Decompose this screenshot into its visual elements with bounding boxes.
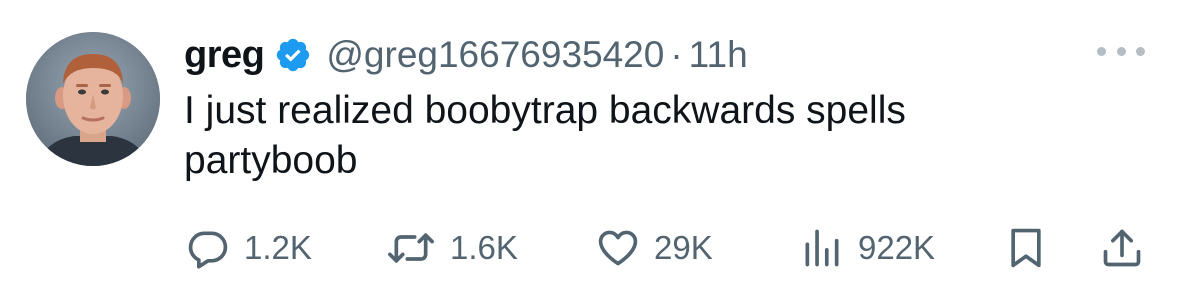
share-icon [1100,226,1144,270]
views-button[interactable]: 922K [800,220,935,276]
separator-dot: · [670,34,683,75]
more-horizontal-icon[interactable] [1097,44,1145,58]
repost-count: 1.6K [450,229,518,266]
repost-icon [386,226,436,270]
heart-icon [596,226,640,270]
like-button[interactable]: 29K [596,220,713,276]
bookmark-button[interactable] [1004,220,1048,276]
reply-button[interactable]: 1.2K [186,220,312,276]
reply-icon [186,226,230,270]
views-count: 922K [858,229,936,266]
bookmark-icon [1004,226,1048,270]
author-handle[interactable]: @greg16676935420 [326,34,664,76]
tweet: greg @greg16676935420 · 11h I just reali… [0,0,1179,298]
repost-button[interactable]: 1.6K [386,220,518,276]
avatar[interactable] [26,32,160,166]
tweet-text: I just realized boobytrap backwards spel… [184,89,906,182]
like-count: 29K [654,229,713,266]
verified-badge-icon[interactable] [274,36,312,74]
action-bar: 1.2K 1.6K 29K 922K [0,220,1179,276]
author-display-name[interactable]: greg [184,34,265,77]
timestamp[interactable]: 11h [689,34,748,76]
views-chart-icon [800,226,844,270]
share-button[interactable] [1100,220,1144,276]
reply-count: 1.2K [244,229,312,266]
avatar-photo [26,32,160,166]
tweet-header: greg @greg16676935420 · 11h [184,30,748,80]
